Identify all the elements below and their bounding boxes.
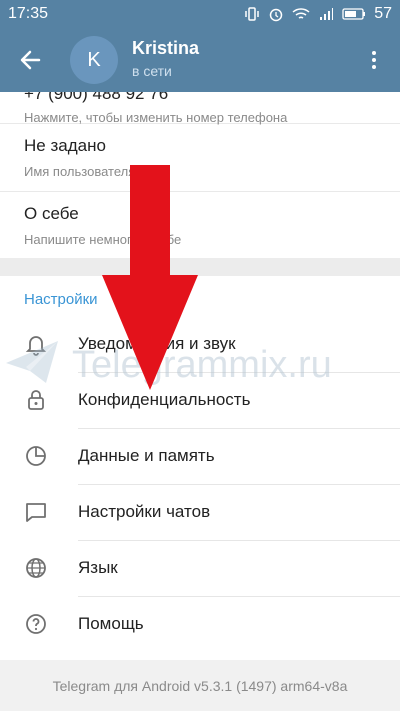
chat-icon bbox=[0, 484, 78, 540]
alarm-icon bbox=[268, 6, 284, 22]
settings-data-label: Данные и память bbox=[78, 428, 400, 485]
red-arrow-annotation bbox=[102, 165, 198, 390]
username-item[interactable]: Не задано Имя пользователя bbox=[0, 124, 400, 192]
status-bar: 17:35 57 bbox=[0, 0, 400, 28]
bio-item[interactable]: О себе Напишите немного о себе bbox=[0, 192, 400, 258]
signal-icon bbox=[318, 7, 334, 21]
settings-privacy[interactable]: Конфиденциальность bbox=[0, 372, 400, 429]
bio-value: О себе bbox=[24, 204, 79, 223]
phone-number: +7 (900) 488 92 76 bbox=[24, 92, 169, 103]
app-bar: K Kristina в сети bbox=[0, 28, 400, 92]
contact-status: в сети bbox=[132, 63, 172, 79]
settings-chats[interactable]: Настройки чатов bbox=[0, 484, 400, 541]
section-divider bbox=[0, 258, 400, 276]
chat-titles: Kristina в сети bbox=[132, 38, 199, 79]
status-icons: 57 bbox=[244, 5, 392, 23]
avatar[interactable]: K bbox=[70, 36, 118, 84]
contact-name: Kristina bbox=[132, 38, 200, 58]
phone-item[interactable]: +7 (900) 488 92 76 Нажмите, чтобы измени… bbox=[0, 92, 400, 125]
settings-language-label: Язык bbox=[78, 540, 400, 597]
username-value: Не задано bbox=[24, 136, 106, 155]
more-menu-button[interactable] bbox=[362, 46, 386, 74]
bell-icon bbox=[0, 316, 78, 372]
settings-help[interactable]: Помощь bbox=[0, 596, 400, 652]
lock-icon bbox=[0, 372, 78, 428]
battery-level: 57 bbox=[374, 5, 392, 22]
avatar-letter: K bbox=[87, 48, 101, 71]
settings-chats-label: Настройки чатов bbox=[78, 484, 400, 541]
vibrate-icon bbox=[244, 7, 260, 21]
globe-icon bbox=[0, 540, 78, 596]
battery-icon bbox=[342, 7, 366, 21]
back-arrow-icon bbox=[20, 50, 41, 70]
settings-language[interactable]: Язык bbox=[0, 540, 400, 597]
wifi-icon bbox=[292, 7, 310, 21]
settings-header: Настройки bbox=[24, 290, 98, 308]
menu-dot-icon bbox=[372, 51, 376, 55]
profile-content: +7 (900) 488 92 76 Нажмите, чтобы измени… bbox=[0, 92, 400, 711]
clock-icon bbox=[0, 428, 78, 484]
settings-data[interactable]: Данные и память bbox=[0, 428, 400, 485]
settings-notifications[interactable]: Уведомления и звук bbox=[0, 316, 400, 373]
status-time: 17:35 bbox=[8, 5, 49, 22]
bio-hint: Напишите немного о себе bbox=[24, 232, 182, 247]
app-version-footer: Telegram для Android v5.3.1 (1497) arm64… bbox=[0, 660, 400, 711]
back-button[interactable] bbox=[10, 40, 50, 80]
username-hint: Имя пользователя bbox=[24, 164, 136, 179]
settings-help-label: Помощь bbox=[78, 614, 144, 633]
help-icon bbox=[0, 596, 78, 652]
phone-hint: Нажмите, чтобы изменить номер телефона bbox=[24, 110, 288, 125]
